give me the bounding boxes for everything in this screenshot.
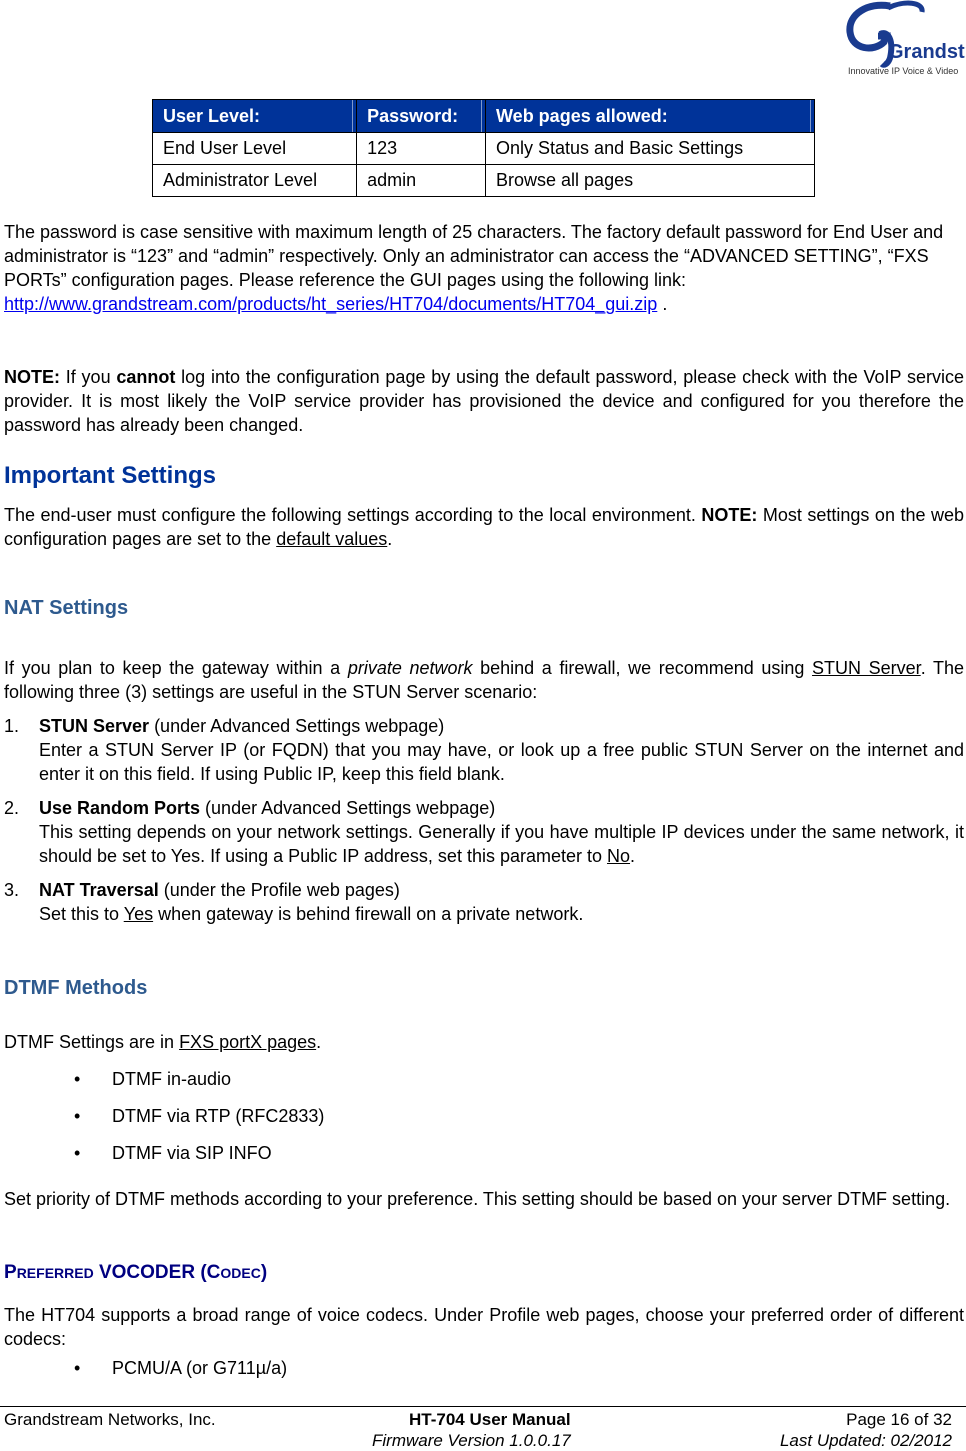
bullet-icon: • [74,1069,81,1089]
svg-text:Innovative IP Voice & Video: Innovative IP Voice & Video [848,66,958,76]
dtmf-priority-paragraph: Set priority of DTMF methods according t… [4,1189,951,1209]
dtmf-intro-suffix: . [316,1032,322,1052]
bullet-icon: • [74,1143,81,1163]
table-cell: Only Status and Basic Settings [485,132,815,165]
table-header-row: User Level: Password: Web pages allowed: [151,99,815,133]
footer-company: Grandstream Networks, Inc. [4,1410,216,1429]
bullet-icon: • [74,1106,81,1126]
important-settings-heading: Important Settings [4,462,217,489]
note-label: NOTE: [4,367,60,387]
note-text: If you [60,367,117,387]
setting-suffix: . [630,846,636,866]
setting-title: STUN Server [39,716,150,736]
password-text: The password is case sensitive with maxi… [4,222,944,290]
footer-manual-title: HT-704 User Manual [409,1410,571,1429]
setting-description: Enter a STUN Server IP (or FQDN) that yo… [39,740,964,784]
setting-context: (under the Profile web pages) [158,880,400,900]
dtmf-intro-text: DTMF Settings are in [4,1032,180,1052]
table-row: Administrator Level admin Browse all pag… [151,164,815,197]
setting-context: (under Advanced Settings webpage) [200,798,496,818]
heading-part: VOCODER (C [93,1262,221,1283]
vocoder-paragraph: The HT704 supports a broad range of voic… [4,1305,964,1349]
password-paragraph: The password is case sensitive with maxi… [4,220,964,316]
footer-page-number: Page 16 of 32 [846,1410,952,1429]
private-network-text: private network [347,658,473,678]
user-levels-table: User Level: Password: Web pages allowed:… [151,99,815,197]
codec-item: PCMU/A (or G711µ/a) [112,1358,288,1378]
yes-value-link[interactable]: Yes [124,904,153,924]
column-header: Web pages allowed: [485,99,815,133]
preferred-vocoder-heading: PREFERRED VOCODER (CODEC) [4,1262,267,1284]
important-note-label: NOTE: [701,505,758,525]
table-cell: End User Level [151,132,358,165]
footer-divider [0,1406,966,1407]
fxs-portx-pages-link[interactable]: FXS portX pages [179,1032,316,1052]
password-suffix: . [657,294,668,314]
gui-zip-link[interactable]: http://www.grandstream.com/products/ht_s… [4,294,657,314]
dtmf-method: DTMF in-audio [112,1069,232,1089]
note-paragraph: NOTE: If you cannot log into the configu… [4,365,964,437]
list-number: 3. [4,880,20,900]
table-row: End User Level 123 Only Status and Basic… [151,132,815,165]
nat-intro-text: behind a firewall, we recommend using [472,658,813,678]
note-emphasis: cannot [116,367,176,387]
grandstream-logo: Grandstream Innovative IP Voice & Video [838,0,966,84]
setting-title: NAT Traversal [39,880,159,900]
nat-settings-list: 1. STUN Server (under Advanced Settings … [4,714,964,924]
nat-intro-paragraph: If you plan to keep the gateway within a… [4,656,964,704]
no-value-link[interactable]: No [607,846,630,866]
important-suffix: . [387,529,393,549]
list-number: 2. [4,798,20,818]
setting-context: (under Advanced Settings webpage) [149,716,445,736]
setting-description: Set this to [39,904,124,924]
dtmf-intro-paragraph: DTMF Settings are in FXS portX pages. [4,1030,964,1054]
important-text: The end-user must configure the followin… [4,505,702,525]
footer-last-updated: Last Updated: 02/2012 [779,1431,952,1450]
default-values-link[interactable]: default values [276,529,387,549]
dtmf-method: DTMF via RTP (RFC2833) [112,1106,325,1126]
heading-part: P [4,1262,17,1283]
setting-description: when gateway is behind firewall on a pri… [153,904,584,924]
table-cell: admin [356,164,487,197]
dtmf-methods-heading: DTMF Methods [4,977,148,999]
column-header: User Level: [151,99,358,133]
footer-firmware: Firmware Version 1.0.0.17 [372,1431,571,1450]
heading-part: ODEC [220,1265,261,1281]
heading-part: REFERRED [16,1265,94,1281]
dtmf-method: DTMF via SIP INFO [112,1143,272,1163]
heading-part: ) [260,1262,268,1283]
column-header: Password: [356,99,487,133]
grandstream-logo-icon: Grandstream Innovative IP Voice & Video [846,0,966,76]
nat-settings-heading: NAT Settings [4,597,129,619]
table-cell: Administrator Level [151,164,358,197]
nat-intro-text: If you plan to keep the gateway within a [4,658,348,678]
stun-server-link[interactable]: STUN Server [812,658,921,678]
setting-title: Use Random Ports [39,798,201,818]
table-cell: Browse all pages [485,164,815,197]
table-cell: 123 [356,132,487,165]
setting-description: This setting depends on your network set… [39,822,964,866]
list-number: 1. [4,716,20,736]
bullet-icon: • [74,1358,81,1378]
important-settings-paragraph: The end-user must configure the followin… [4,503,964,551]
svg-text:Grandstream: Grandstream [888,41,966,63]
